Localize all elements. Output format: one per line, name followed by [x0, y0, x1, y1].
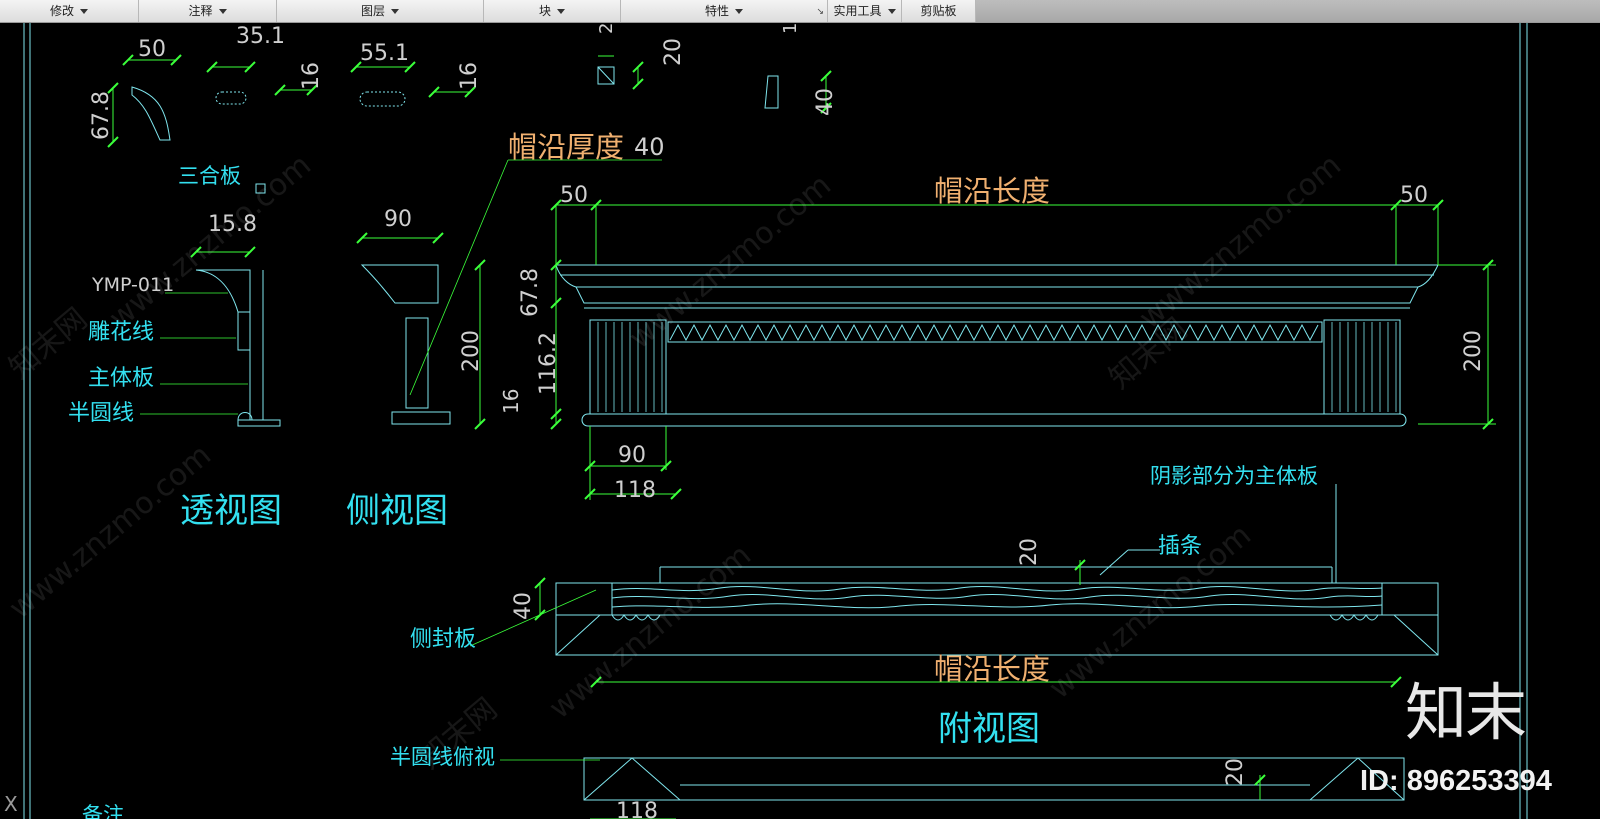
ribbon-panel-utilities[interactable]: 实用工具	[828, 0, 902, 22]
half-round-plan-ends	[583, 757, 1405, 801]
dim-15-8: 15.8	[208, 212, 257, 237]
front-zigzag-carving	[669, 323, 1319, 342]
dim-18: 18	[780, 23, 801, 34]
ribbon-panel-block[interactable]: 块	[484, 0, 621, 22]
label-half-round: 半圆线	[68, 401, 134, 426]
panel-label: 剪贴板	[920, 4, 957, 18]
caption-attached-view: 附视图	[938, 709, 1040, 749]
dim-pillar-118: 118	[614, 478, 656, 503]
dim-67-8: 67.8	[89, 91, 114, 140]
dim-20a: 20	[596, 23, 617, 34]
label-side-seal: 侧封板	[410, 627, 476, 652]
dropdown-arrow-icon	[735, 9, 743, 14]
dim-overhang-left: 50	[560, 183, 588, 208]
dropdown-arrow-icon	[218, 9, 227, 14]
caption-side-view: 侧视图	[346, 491, 448, 531]
dim-20b: 20	[661, 38, 686, 66]
insert-strip-leader	[1099, 549, 1129, 576]
ribbon-panel-modify[interactable]: 修改	[0, 0, 139, 22]
watermark-site-4: www.znzmo.com	[3, 438, 218, 627]
perspective-carved-line-profile	[237, 311, 251, 351]
code-ymp-011: YMP-011	[91, 274, 174, 296]
dim-bottom-118: 118	[616, 799, 658, 819]
side-dim-200: 200	[459, 330, 484, 372]
dropdown-arrow-icon	[887, 9, 896, 14]
panel-label: 修改	[49, 4, 74, 18]
panel-label: 注释	[188, 4, 213, 18]
dim-h-116-2: 116.2	[536, 332, 561, 395]
watermark-site-5: www.znzmo.com	[543, 538, 758, 727]
dim-h-16: 16	[499, 389, 523, 414]
label-text: 三合板 雕花线 主体板 半圆线 透视图 侧视图 阴影部分为主体板 插条 侧封板 …	[68, 164, 1318, 819]
label-half-round-top: 半圆线俯视	[390, 745, 495, 769]
cad-drawing-canvas[interactable]: www.znzmo.com www.znzmo.com www.znzmo.co…	[0, 23, 1600, 819]
dim-16b: 16	[457, 62, 482, 90]
profile-thin-section	[764, 75, 779, 109]
dim-bottom-20: 20	[1223, 758, 1248, 786]
panel-label: 实用工具	[833, 4, 882, 18]
watermark-id: ID: 896253394	[1360, 765, 1552, 797]
ucs-axis-label: X	[4, 792, 18, 816]
label-shadow-note: 阴影部分为主体板	[1150, 464, 1318, 488]
dropdown-arrow-icon	[557, 9, 565, 14]
dim-pillar-90: 90	[618, 443, 646, 468]
ribbon-panel-annotate[interactable]: 注释	[139, 0, 277, 22]
dropdown-arrow-icon	[80, 9, 88, 14]
dim-16: 16	[299, 62, 324, 90]
label-carved-line: 雕花线	[88, 320, 154, 345]
dimension-text: 50 35.1 16 67.8 55.1 16 20 20 18 40 15.8…	[89, 23, 1486, 819]
watermark-site-6: www.znzmo.com	[1043, 518, 1258, 707]
label-note: 备注	[82, 803, 124, 819]
dimension-lines	[112, 55, 1496, 819]
ribbon-panel-clipboard[interactable]: 剪贴板	[902, 0, 976, 22]
label-main-board: 主体板	[88, 366, 154, 391]
caption-perspective: 透视图	[180, 491, 282, 531]
dim-total-200: 200	[1461, 330, 1486, 372]
perspective-half-round-profile	[237, 412, 281, 427]
panel-launcher-icon[interactable]: ↘	[816, 1, 824, 23]
pilaster-flutes	[597, 322, 1397, 412]
front-base-half-round	[581, 413, 1407, 427]
label-insert-strip: 插条	[1158, 534, 1202, 559]
label-cap-thickness: 帽沿厚度	[508, 130, 624, 164]
dim-40: 40	[813, 88, 838, 116]
ribbon-panel-bar: 修改 注释 图层 块 特性 ↘ 实用工具 剪贴板	[0, 0, 1600, 23]
dim-overhang-right: 50	[1400, 183, 1428, 208]
dim-h-67-8: 67.8	[518, 268, 543, 317]
front-right-pilaster	[1323, 319, 1401, 415]
side-view-cap	[360, 264, 439, 304]
dim-thickness-40: 40	[634, 133, 665, 161]
panel-label: 图层	[360, 4, 385, 18]
watermark-brand-1: 知末网	[3, 301, 94, 386]
half-round-plan-outline	[583, 757, 1405, 801]
label-plywood: 三合板	[178, 164, 241, 188]
profile-oval-large-section	[359, 91, 406, 107]
side-view-pillar	[405, 317, 429, 409]
side-view-base	[391, 411, 451, 425]
dimension-ticks	[107, 54, 1494, 786]
dim-insert-20: 20	[1017, 538, 1042, 566]
watermark-site-2: www.znzmo.com	[623, 168, 838, 357]
ribbon-panel-properties[interactable]: 特性 ↘	[621, 0, 828, 22]
dropdown-arrow-icon	[391, 9, 399, 14]
label-plan-length: 帽沿长度	[934, 652, 1050, 686]
label-cap-length: 帽沿长度	[934, 174, 1050, 208]
side-dim-90: 90	[384, 207, 412, 232]
dim-35-1: 35.1	[236, 24, 285, 49]
panel-label: 块	[538, 4, 551, 18]
dim-plan-40: 40	[511, 592, 536, 620]
dim-50: 50	[138, 37, 166, 62]
ribbon-panel-layers[interactable]: 图层	[277, 0, 484, 22]
profile-square-section	[597, 66, 615, 85]
plan-half-round-ends	[611, 614, 1379, 621]
profile-oval-section	[215, 91, 247, 105]
dim-55-1: 55.1	[360, 41, 409, 66]
watermark-logo: 知末	[1405, 676, 1527, 749]
ribbon-empty-area	[976, 0, 1600, 22]
profile-crown-section	[131, 86, 171, 141]
panel-label: 特性	[704, 4, 729, 18]
perspective-crown-profile	[195, 269, 251, 313]
plan-wood-grain-2	[611, 593, 1383, 600]
plan-wood-grain-3	[611, 603, 1383, 609]
